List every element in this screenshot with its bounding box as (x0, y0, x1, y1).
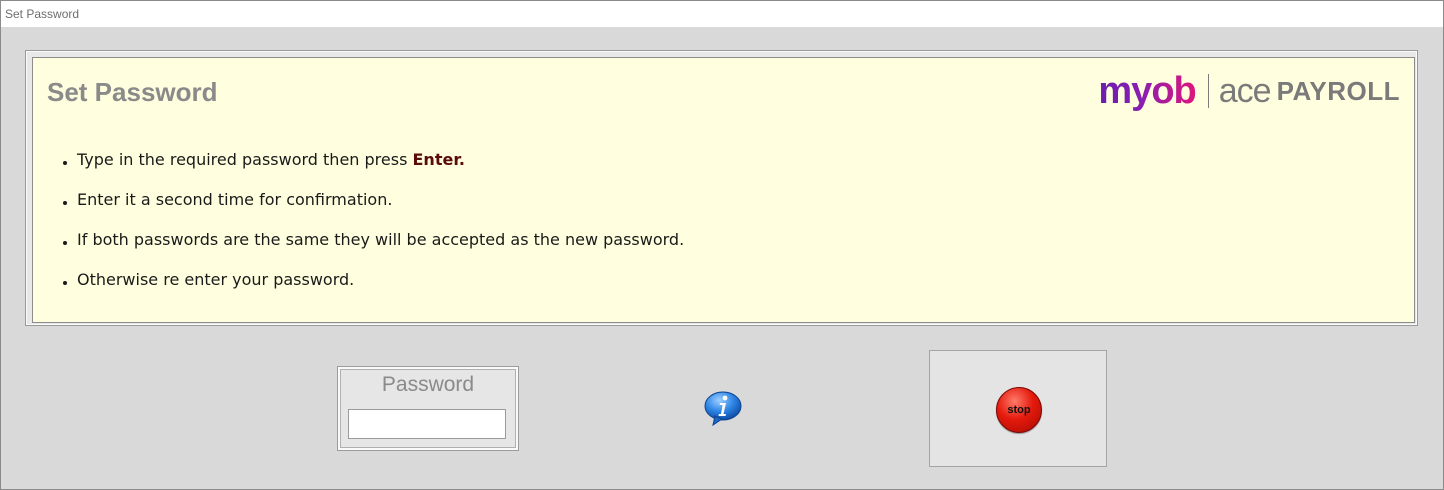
title-bar[interactable]: Set Password (1, 1, 1443, 27)
instruction-list: Type in the required password then press… (61, 150, 684, 310)
page-title: Set Password (47, 77, 218, 107)
logo-divider (1207, 74, 1209, 108)
enter-key-emphasis: Enter. (412, 150, 466, 169)
stop-button[interactable]: stop (996, 387, 1042, 433)
password-group: Password (337, 366, 519, 451)
password-input[interactable] (348, 409, 506, 439)
logo-brand: myob (1098, 66, 1196, 116)
logo-product-bold: PAYROLL (1276, 76, 1400, 106)
window-title: Set Password (5, 7, 80, 21)
password-label: Password (381, 373, 475, 396)
stop-panel: stop (929, 350, 1107, 467)
window: Set Password Set Password myob ace PAYRO… (0, 0, 1444, 490)
stop-label: stop (1007, 404, 1031, 416)
instruction-item: Type in the required password then press… (61, 150, 684, 190)
instruction-text: Enter it a second time for confirmation. (77, 190, 393, 209)
instruction-item: Otherwise re enter your password. (61, 270, 684, 310)
instruction-item: If both passwords are the same they will… (61, 230, 684, 270)
instruction-text: Type in the required password then press (77, 150, 413, 169)
instructions-panel: Set Password myob ace PAYROLL Type in th… (25, 50, 1418, 326)
logo-product-light: ace (1218, 72, 1272, 110)
myob-ace-payroll-logo: myob ace PAYROLL (1098, 66, 1400, 116)
instruction-text: If both passwords are the same they will… (77, 230, 685, 249)
info-icon[interactable] (704, 391, 742, 427)
instruction-text: Otherwise re enter your password. (77, 270, 355, 289)
instruction-item: Enter it a second time for confirmation. (61, 190, 684, 230)
instructions-panel-inner: Set Password myob ace PAYROLL Type in th… (32, 57, 1415, 323)
